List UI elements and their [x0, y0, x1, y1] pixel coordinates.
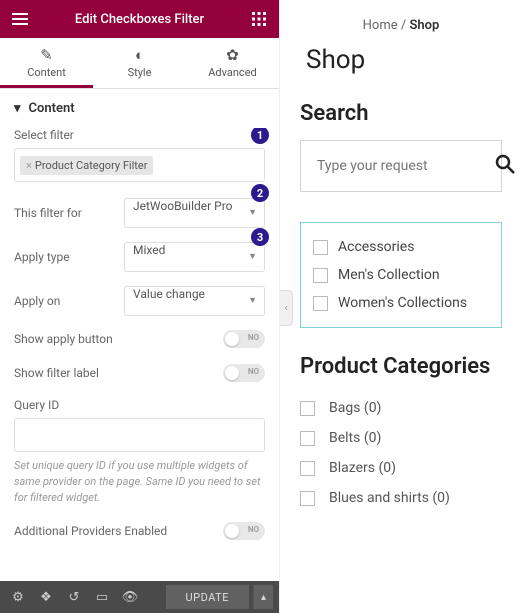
layers-icon[interactable]: ❖: [34, 585, 58, 609]
checkbox-icon: [300, 431, 315, 446]
checkbox-icon: [300, 461, 315, 476]
preview-pane: ‹ Home / Shop Shop Search Accessories Me…: [280, 0, 522, 613]
label-apply-type: Apply type: [14, 250, 114, 264]
toggle-additional-providers[interactable]: [223, 522, 265, 540]
search-box: [300, 140, 502, 192]
checkbox-icon: [313, 240, 328, 255]
select-apply-type[interactable]: Mixed: [124, 242, 265, 272]
settings-icon[interactable]: ⚙: [6, 585, 30, 609]
categories-heading: Product Categories: [300, 354, 502, 379]
crumb-home[interactable]: Home: [363, 18, 398, 33]
update-caret[interactable]: ▴: [253, 585, 273, 609]
gear-icon: ✿: [186, 46, 279, 64]
preview-icon[interactable]: 👁: [118, 585, 142, 609]
search-input[interactable]: [317, 158, 495, 174]
breadcrumb: Home / Shop: [300, 18, 502, 33]
select-filter-input[interactable]: Product Category Filter: [14, 148, 265, 182]
label-select-filter: Select filter: [14, 128, 265, 142]
annotation-badge: 2: [251, 184, 269, 202]
menu-icon[interactable]: [10, 9, 30, 29]
filter-option[interactable]: Women's Collections: [313, 289, 489, 317]
checkbox-icon: [300, 401, 315, 416]
chevron-down-icon: ▾: [14, 101, 21, 116]
toggle-show-apply-button[interactable]: [223, 330, 265, 348]
label-query-id: Query ID: [14, 398, 265, 412]
page-title: Shop: [300, 45, 502, 75]
collapse-panel-handle[interactable]: ‹: [280, 290, 293, 326]
annotation-badge: 1: [251, 128, 269, 144]
query-id-input[interactable]: [14, 418, 265, 452]
section-title: Content: [29, 101, 75, 116]
apps-icon[interactable]: [249, 9, 269, 29]
tab-label: Style: [128, 66, 152, 79]
checkbox-filter-widget: Accessories Men's Collection Women's Col…: [300, 222, 502, 328]
category-item[interactable]: Bags (0): [300, 393, 502, 423]
panel-footer: ⚙ ❖ ↺ ▭ 👁 UPDATE ▴: [0, 581, 279, 613]
filter-option[interactable]: Accessories: [313, 233, 489, 261]
tab-label: Advanced: [208, 66, 256, 79]
tab-content[interactable]: ✎ Content: [0, 38, 93, 88]
panel-title: Edit Checkboxes Filter: [30, 12, 249, 27]
checkbox-icon: [313, 268, 328, 283]
label-show-filter-label: Show filter label: [14, 366, 99, 380]
checkbox-icon: [313, 296, 328, 311]
section-header[interactable]: ▾ Content: [0, 89, 279, 128]
label-apply-on: Apply on: [14, 294, 114, 308]
select-apply-on[interactable]: Value change: [124, 286, 265, 316]
contrast-icon: ◐: [93, 46, 186, 64]
filter-chip[interactable]: Product Category Filter: [20, 156, 153, 175]
label-show-apply-button: Show apply button: [14, 332, 113, 346]
crumb-shop[interactable]: Shop: [409, 18, 439, 33]
tab-style[interactable]: ◐ Style: [93, 38, 186, 88]
filter-option[interactable]: Men's Collection: [313, 261, 489, 289]
search-heading: Search: [300, 101, 502, 126]
toggle-show-filter-label[interactable]: [223, 364, 265, 382]
category-item[interactable]: Blazers (0): [300, 453, 502, 483]
search-icon[interactable]: [495, 154, 515, 179]
category-item[interactable]: Belts (0): [300, 423, 502, 453]
tab-label: Content: [27, 66, 66, 79]
help-query-id: Set unique query ID if you use multiple …: [14, 458, 265, 506]
pencil-icon: ✎: [0, 46, 93, 64]
history-icon[interactable]: ↺: [62, 585, 86, 609]
label-additional-providers: Additional Providers Enabled: [14, 524, 167, 538]
label-this-filter-for: This filter for: [14, 206, 114, 220]
responsive-icon[interactable]: ▭: [90, 585, 114, 609]
tab-advanced[interactable]: ✿ Advanced: [186, 38, 279, 88]
category-item[interactable]: Blues and shirts (0): [300, 483, 502, 513]
annotation-badge: 3: [251, 228, 269, 246]
checkbox-icon: [300, 491, 315, 506]
update-button[interactable]: UPDATE: [166, 585, 249, 609]
select-this-filter-for[interactable]: JetWooBuilder Pro: [124, 198, 265, 228]
tabs: ✎ Content ◐ Style ✿ Advanced: [0, 38, 279, 89]
